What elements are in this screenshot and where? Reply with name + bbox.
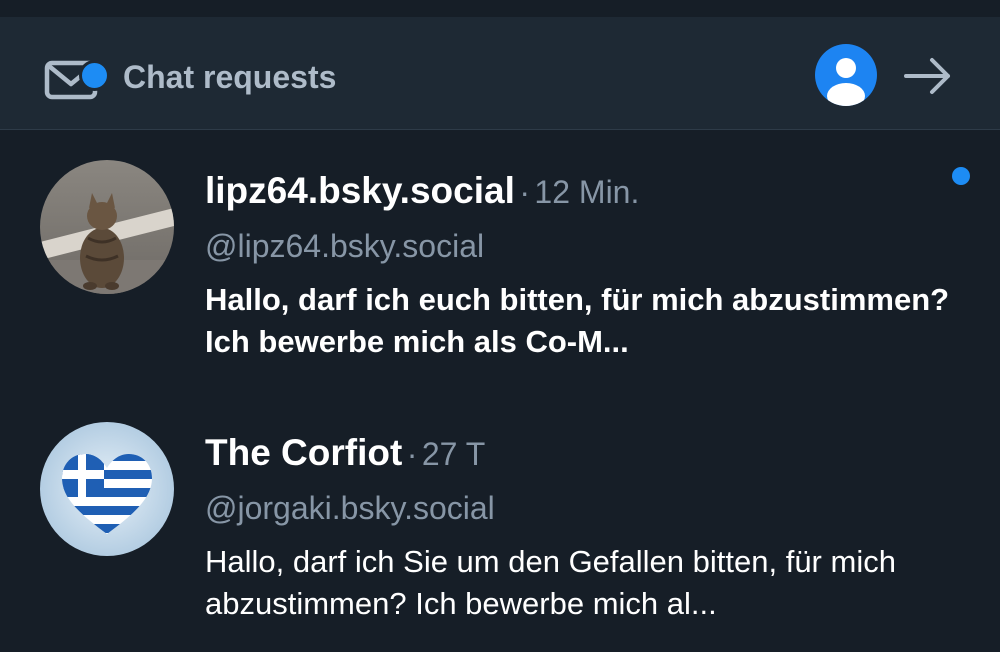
profile-avatar-button[interactable] <box>815 44 877 106</box>
message-preview: Hallo, darf ich euch bitten, für mich ab… <box>205 282 950 359</box>
chat-requests-header[interactable]: Chat requests <box>0 17 1000 130</box>
avatar[interactable] <box>40 422 174 556</box>
timestamp: 27 T <box>421 436 486 472</box>
user-handle: @jorgaki.bsky.social <box>205 490 495 526</box>
greek-flag-heart-icon <box>40 422 174 556</box>
display-name: lipz64.bsky.social <box>205 170 515 211</box>
top-strip <box>0 0 1000 17</box>
separator: · <box>406 436 418 472</box>
avatar[interactable] <box>40 160 174 294</box>
display-name: The Corfiot <box>205 432 403 473</box>
user-handle: @lipz64.bsky.social <box>205 228 485 264</box>
header-title: Chat requests <box>123 59 337 95</box>
message-preview: Hallo, darf ich Sie um den Gefallen bitt… <box>205 544 896 621</box>
arrow-right-icon[interactable] <box>900 54 956 98</box>
unread-indicator <box>952 167 970 185</box>
notification-dot <box>79 60 110 91</box>
separator: · <box>519 174 530 210</box>
user-icon <box>827 58 865 106</box>
name-line: lipz64.bsky.social · 12 Min. <box>205 168 639 222</box>
conversation-item[interactable]: lipz64.bsky.social · 12 Min. @lipz64.bsk… <box>0 130 1000 390</box>
timestamp: 12 Min. <box>534 174 640 210</box>
name-line: The Corfiot · 27 T <box>205 430 485 484</box>
cat-photo-icon <box>40 160 174 294</box>
conversation-item[interactable]: The Corfiot · 27 T @jorgaki.bsky.social … <box>0 392 1000 652</box>
